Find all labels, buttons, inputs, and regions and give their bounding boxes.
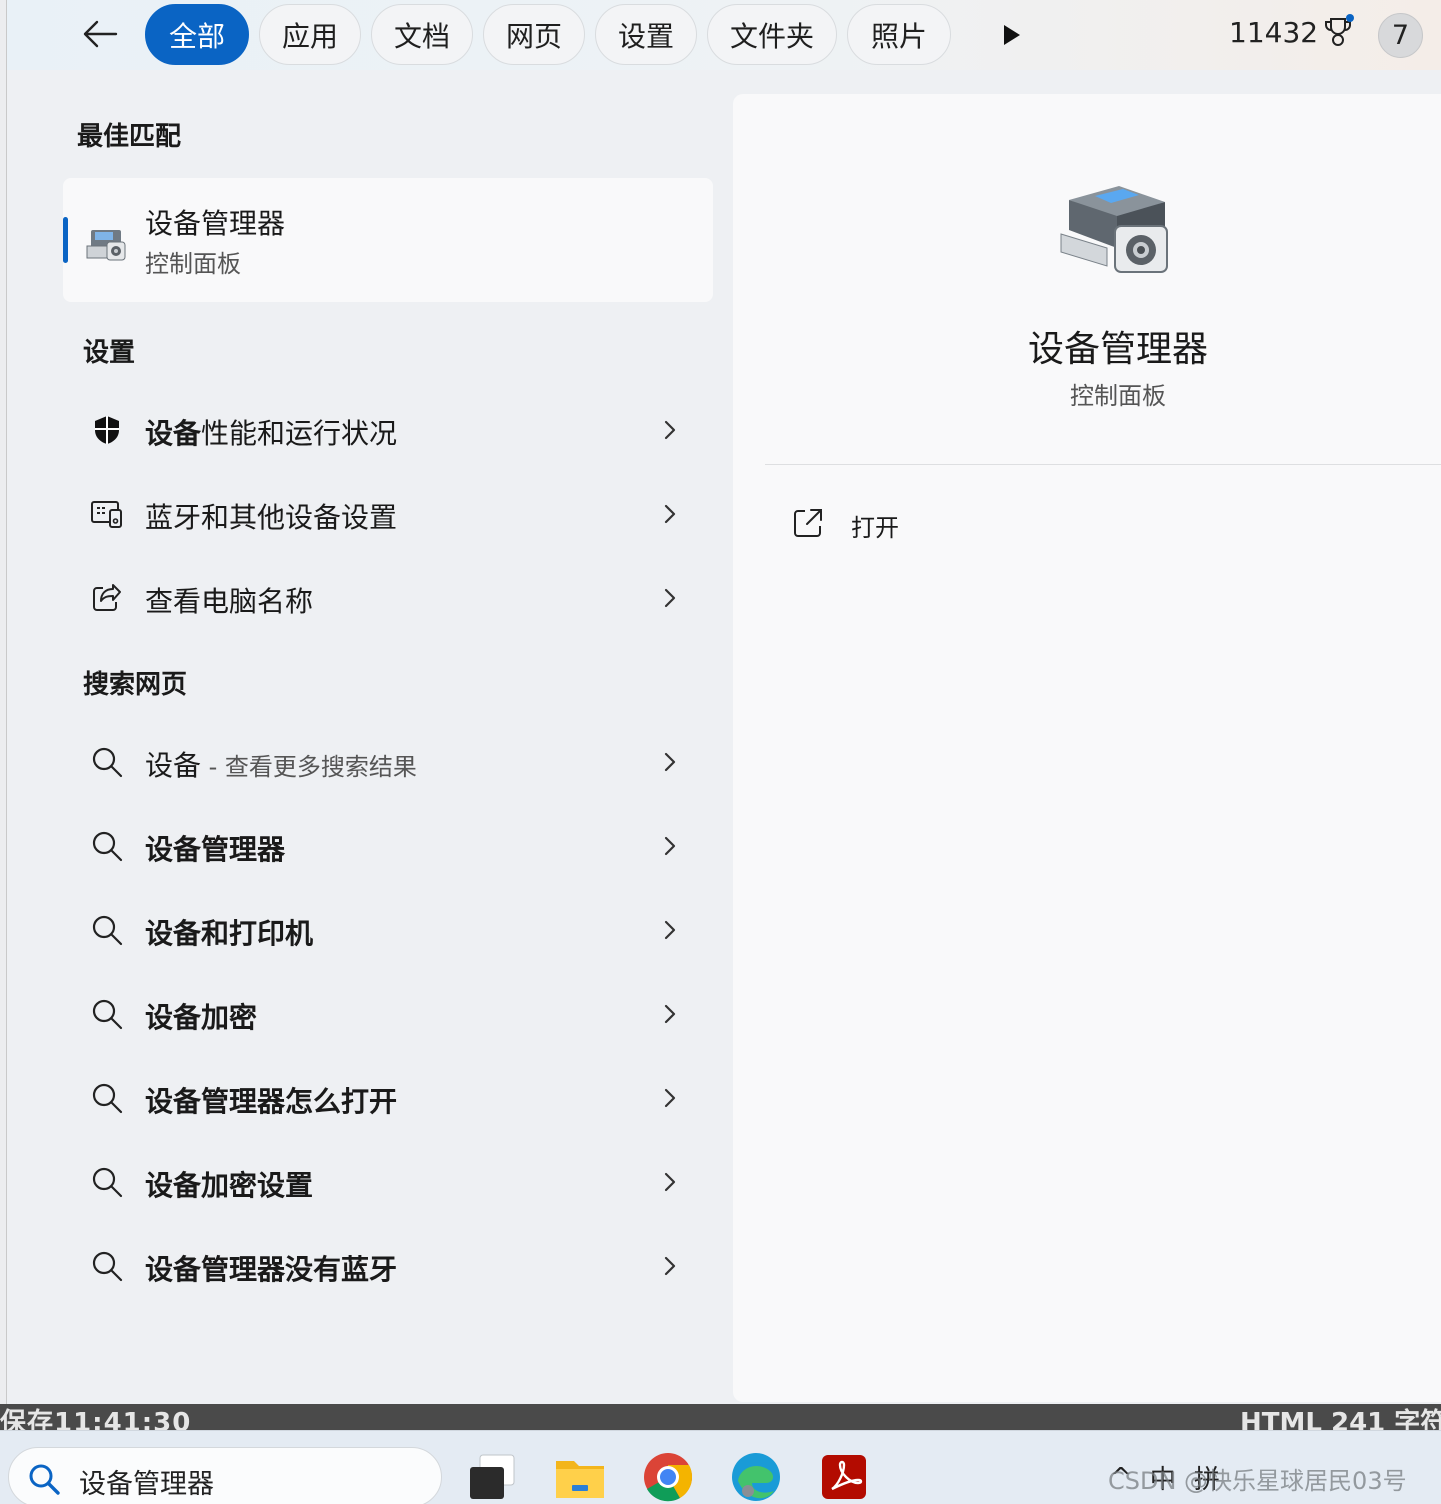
acrobat-icon[interactable] bbox=[818, 1451, 870, 1503]
search-icon bbox=[92, 1251, 123, 1282]
best-match-card[interactable]: 设备管理器 控制面板 bbox=[63, 178, 713, 302]
search-window: 全部 应用 文档 网页 设置 文件夹 照片 11432 7 最佳匹配 设备管理器… bbox=[6, 0, 1441, 1404]
open-action[interactable]: 打开 bbox=[771, 494, 1271, 554]
web-result-bold: 设备管理器怎么打开 bbox=[145, 1085, 398, 1118]
web-search-heading: 搜索网页 bbox=[83, 670, 188, 700]
selection-indicator bbox=[63, 217, 68, 263]
chevron-right-icon bbox=[664, 1256, 676, 1276]
preview-pane: 设备管理器 控制面板 打开 bbox=[733, 94, 1441, 1402]
web-result-1[interactable]: 设备管理器 bbox=[63, 808, 713, 884]
tab-apps[interactable]: 应用 bbox=[259, 4, 361, 65]
settings-item-label: 查看电脑名称 bbox=[145, 585, 314, 618]
search-icon bbox=[92, 1083, 123, 1114]
web-result-0[interactable]: 设备 - 查看更多搜索结果 bbox=[63, 724, 713, 800]
notification-dot bbox=[1346, 14, 1355, 22]
chevron-right-icon bbox=[664, 752, 676, 772]
points-value: 11432 bbox=[1229, 15, 1319, 49]
device-manager-icon bbox=[1060, 186, 1168, 273]
more-tabs-button[interactable] bbox=[992, 16, 1032, 54]
tab-documents[interactable]: 文档 bbox=[371, 4, 473, 65]
search-icon bbox=[92, 915, 123, 946]
settings-item-pc-name[interactable]: 查看电脑名称 bbox=[63, 560, 713, 636]
web-result-bold: 设备管理器 bbox=[145, 833, 286, 866]
arrow-left-icon bbox=[83, 20, 118, 48]
settings-item-label: 性能和运行状况 bbox=[201, 417, 398, 450]
chevron-right-icon bbox=[664, 920, 676, 940]
web-result-3[interactable]: 设备加密 bbox=[63, 976, 713, 1052]
settings-item-device-health[interactable]: 设备性能和运行状况 bbox=[63, 392, 713, 468]
open-label: 打开 bbox=[851, 514, 899, 542]
chevron-right-icon bbox=[664, 1172, 676, 1192]
taskbar-search-box[interactable]: 设备管理器 bbox=[8, 1447, 442, 1504]
chevron-right-icon bbox=[664, 836, 676, 856]
task-view-icon[interactable] bbox=[466, 1451, 518, 1503]
background-char-count: HTML 241 字符 bbox=[1240, 1408, 1441, 1430]
rewards-points[interactable]: 11432 bbox=[1229, 14, 1355, 50]
web-result-bold: 设备加密设置 bbox=[145, 1169, 314, 1202]
settings-item-bluetooth[interactable]: 蓝牙和其他设备设置 bbox=[63, 476, 713, 552]
chevron-right-icon bbox=[664, 1088, 676, 1108]
shield-icon bbox=[95, 416, 119, 444]
divider bbox=[765, 464, 1441, 465]
tab-all[interactable]: 全部 bbox=[145, 4, 249, 65]
devices-icon bbox=[91, 501, 122, 528]
tab-folders[interactable]: 文件夹 bbox=[707, 4, 837, 65]
web-result-sub: - 查看更多搜索结果 bbox=[201, 753, 417, 781]
chevron-right-icon bbox=[664, 588, 676, 608]
play-icon bbox=[1004, 25, 1020, 45]
best-match-subtitle: 控制面板 bbox=[145, 250, 241, 278]
chrome-icon[interactable] bbox=[642, 1451, 694, 1503]
preview-title: 设备管理器 bbox=[1027, 329, 1208, 370]
tab-settings[interactable]: 设置 bbox=[595, 4, 697, 65]
web-result-6[interactable]: 设备管理器没有蓝牙 bbox=[63, 1228, 713, 1304]
search-icon bbox=[92, 1167, 123, 1198]
web-result-bold: 设备和打印机 bbox=[145, 917, 314, 950]
preview-subtitle: 控制面板 bbox=[1070, 382, 1166, 410]
watermark-text: CSDN @快乐星球居民03号 bbox=[1108, 1467, 1407, 1495]
web-result-2[interactable]: 设备和打印机 bbox=[63, 892, 713, 968]
web-result-5[interactable]: 设备加密设置 bbox=[63, 1144, 713, 1220]
web-result-4[interactable]: 设备管理器怎么打开 bbox=[63, 1060, 713, 1136]
web-result-label: 设备 bbox=[145, 749, 202, 782]
search-icon bbox=[29, 1464, 60, 1495]
file-explorer-icon[interactable] bbox=[554, 1451, 606, 1503]
tab-web[interactable]: 网页 bbox=[483, 4, 585, 65]
chevron-right-icon bbox=[664, 504, 676, 524]
search-icon bbox=[92, 999, 123, 1030]
taskbar-search-value: 设备管理器 bbox=[79, 1469, 214, 1500]
settings-item-bold: 设备 bbox=[145, 417, 202, 450]
device-manager-icon bbox=[86, 230, 126, 261]
background-save-time: 保存11:41:30 bbox=[0, 1408, 192, 1430]
avatar[interactable]: 7 bbox=[1378, 13, 1423, 58]
back-button[interactable] bbox=[77, 12, 123, 56]
chevron-right-icon bbox=[664, 420, 676, 440]
web-result-bold: 设备管理器没有蓝牙 bbox=[145, 1253, 398, 1286]
filter-bar: 全部 应用 文档 网页 设置 文件夹 照片 11432 7 bbox=[7, 0, 1441, 70]
open-external-icon bbox=[794, 509, 822, 537]
best-match-title: 设备管理器 bbox=[145, 207, 286, 240]
taskbar: 设备管理器 ^ 中 拼 CSDN @快乐星球居民03号 bbox=[0, 1430, 1441, 1504]
best-match-heading: 最佳匹配 bbox=[77, 122, 182, 152]
trophy-icon bbox=[1322, 14, 1355, 50]
settings-heading: 设置 bbox=[83, 338, 136, 368]
share-icon bbox=[93, 584, 121, 611]
web-result-bold: 设备加密 bbox=[145, 1001, 258, 1034]
settings-item-label: 蓝牙和其他设备设置 bbox=[145, 501, 398, 534]
edge-icon[interactable] bbox=[730, 1451, 782, 1503]
search-icon bbox=[92, 831, 123, 862]
search-icon bbox=[92, 747, 123, 778]
tab-photos[interactable]: 照片 bbox=[847, 4, 951, 65]
chevron-right-icon bbox=[664, 1004, 676, 1024]
background-status-bar: 保存11:41:30 HTML 241 字符 bbox=[0, 1404, 1441, 1430]
